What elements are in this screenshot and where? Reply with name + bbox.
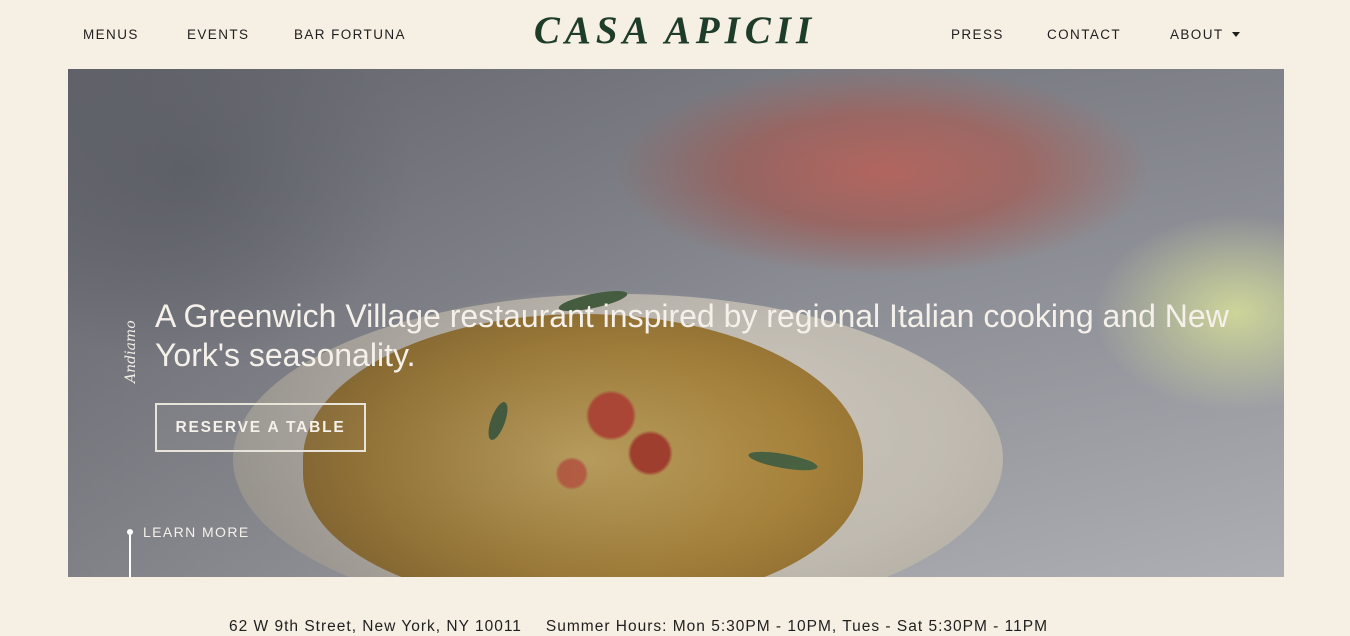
learn-more-link[interactable]: LEARN MORE (143, 524, 250, 540)
address-text: 62 W 9th Street, New York, NY 10011 (229, 618, 522, 635)
nav-press[interactable]: PRESS (951, 27, 1004, 42)
hero-heading: A Greenwich Village restaurant inspired … (155, 298, 1229, 373)
nav-menus[interactable]: MENUS (83, 27, 139, 42)
nav-contact[interactable]: CONTACT (1047, 27, 1121, 42)
reserve-table-button[interactable]: RESERVE A TABLE (155, 403, 366, 452)
site-logo[interactable]: CASA APICII (505, 8, 845, 54)
restaurant-info: 62 W 9th Street, New York, NY 10011 Summe… (229, 618, 1189, 636)
caret-down-icon (1231, 32, 1240, 37)
nav-events[interactable]: EVENTS (187, 27, 249, 42)
nav-about[interactable]: ABOUT (1170, 27, 1240, 42)
hours-text: Summer Hours: Mon 5:30PM - 10PM, Tues - … (545, 618, 1048, 635)
learn-more-line (129, 535, 131, 577)
nav-about-label: ABOUT (1170, 27, 1224, 42)
hero-script-word: Andiamo (123, 320, 139, 384)
nav-bar-fortuna[interactable]: BAR FORTUNA (294, 27, 406, 42)
site-header: MENUS EVENTS BAR FORTUNA CASA APICII PRE… (0, 0, 1350, 69)
hero-banner: Andiamo A Greenwich Village restaurant i… (68, 69, 1284, 577)
